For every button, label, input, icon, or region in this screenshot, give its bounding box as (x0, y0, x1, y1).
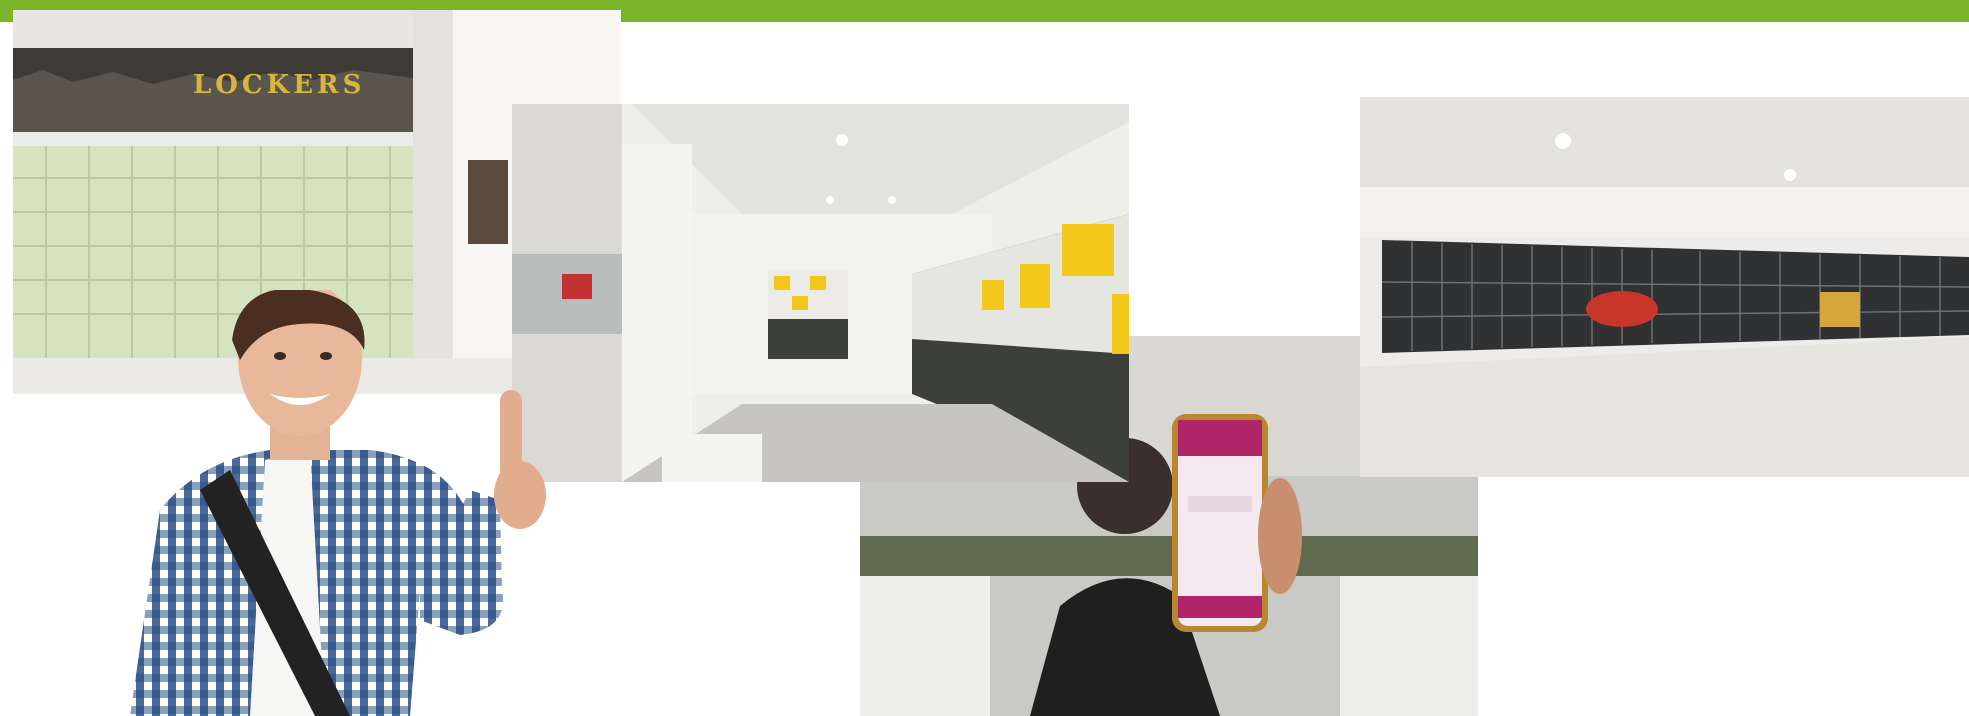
corridor-lockers-photo (512, 104, 1129, 482)
lockers-sign: LOCKERS (193, 70, 366, 100)
long-locker-wall-photo (1360, 97, 1969, 477)
student-thumbs-up-photo (120, 290, 600, 716)
